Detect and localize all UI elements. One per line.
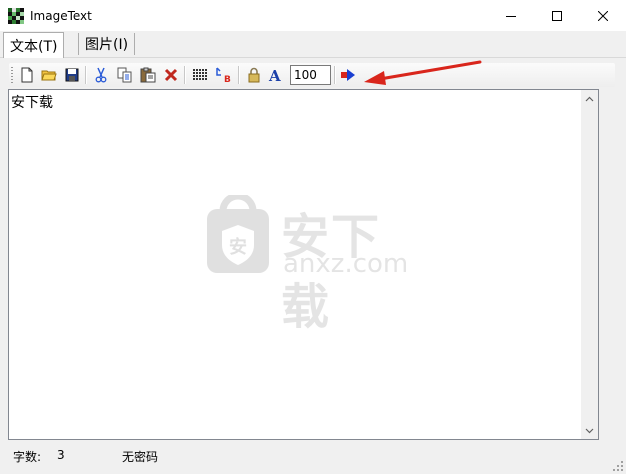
- svg-text:安: 安: [229, 236, 247, 258]
- svg-text:B: B: [224, 75, 231, 83]
- minimize-icon: [506, 15, 516, 17]
- minimize-button[interactable]: [488, 0, 534, 31]
- tab-strip: 文本(T) 图片(I): [0, 31, 626, 58]
- save-icon: [65, 68, 79, 82]
- toolbar-grip[interactable]: [11, 67, 13, 83]
- close-button[interactable]: [580, 0, 626, 31]
- app-icon: [8, 7, 24, 24]
- char-count-label: 字数:: [13, 450, 42, 464]
- svg-text:A: A: [268, 67, 281, 83]
- new-file-button[interactable]: [18, 66, 36, 84]
- font-size-icon: B: [216, 67, 231, 83]
- new-file-icon: [21, 67, 33, 83]
- char-count-value: 3: [57, 448, 65, 462]
- open-folder-icon: [41, 70, 57, 81]
- chevron-up-icon: [585, 96, 594, 101]
- tab-image[interactable]: 图片(I): [78, 33, 136, 55]
- font-size-button[interactable]: B: [215, 66, 233, 84]
- zoom-input[interactable]: 100: [290, 65, 331, 85]
- font-icon: A: [268, 67, 281, 83]
- toolbar: B A 100: [9, 63, 615, 87]
- toolbar-separator: [334, 66, 335, 84]
- grid-button[interactable]: [191, 66, 209, 84]
- vertical-scrollbar[interactable]: [581, 90, 598, 439]
- open-button[interactable]: [40, 66, 58, 84]
- delete-button[interactable]: [162, 66, 180, 84]
- grid-icon: [193, 69, 207, 80]
- copy-button[interactable]: [116, 66, 134, 84]
- cut-icon: [95, 67, 107, 83]
- lock-button[interactable]: [245, 66, 263, 84]
- paste-icon: [140, 67, 156, 83]
- password-status: 无密码: [122, 450, 159, 464]
- cut-button[interactable]: [92, 66, 110, 84]
- shield-bag-icon: 安: [207, 195, 269, 273]
- copy-icon: [117, 67, 132, 83]
- run-arrow-icon: [341, 69, 355, 81]
- close-icon: [598, 10, 608, 21]
- toolbar-separator: [184, 66, 185, 84]
- watermark-en: anxz.com: [283, 249, 409, 279]
- font-button[interactable]: A: [267, 66, 285, 84]
- paste-button[interactable]: [139, 66, 157, 84]
- window-title: ImageText: [30, 8, 92, 23]
- delete-icon: [164, 68, 178, 82]
- lock-icon: [248, 67, 260, 83]
- tab-text[interactable]: 文本(T): [3, 32, 65, 58]
- toolbar-separator: [238, 66, 239, 84]
- maximize-button[interactable]: [534, 0, 580, 31]
- annotation-arrow-icon: [364, 60, 482, 85]
- editor-content[interactable]: 安下载: [11, 92, 53, 112]
- tab-divider: [0, 57, 626, 58]
- chevron-down-icon: [585, 428, 594, 433]
- status-bar: 字数: 3 无密码: [0, 444, 626, 474]
- scroll-down-button[interactable]: [585, 426, 594, 435]
- title-bar[interactable]: ImageText: [0, 0, 626, 31]
- resize-grip-icon[interactable]: [612, 460, 624, 472]
- toolbar-separator: [85, 66, 86, 84]
- maximize-icon: [552, 10, 562, 21]
- save-button[interactable]: [63, 66, 81, 84]
- scroll-up-button[interactable]: [585, 94, 594, 103]
- run-button[interactable]: [339, 66, 357, 84]
- watermark: 安 安下载 anxz.com: [205, 193, 425, 335]
